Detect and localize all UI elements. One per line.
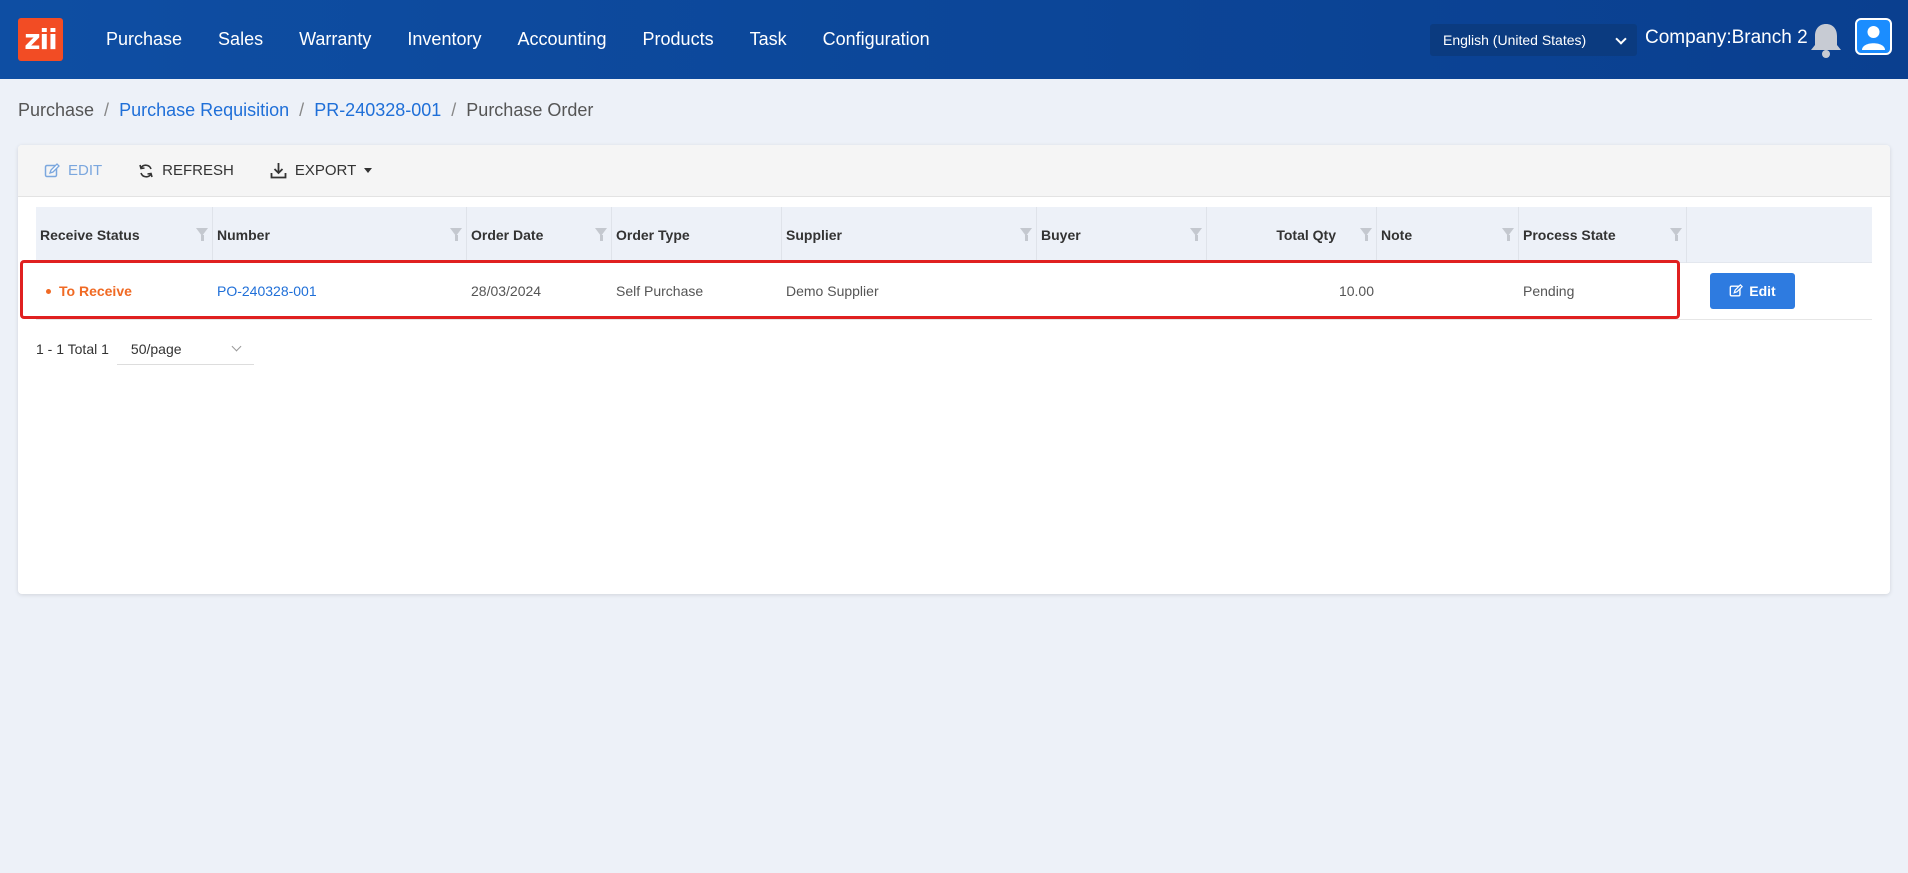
column-supplier[interactable]: Supplier — [782, 207, 1037, 263]
breadcrumb-purchase-order: Purchase Order — [466, 100, 594, 120]
export-button[interactable]: EXPORT — [270, 162, 373, 179]
process-state-cell: Pending — [1523, 283, 1575, 299]
column-receive-status[interactable]: Receive Status — [36, 207, 213, 263]
pagination-summary: 1 - 1 Total 1 — [36, 341, 109, 357]
nav-item-task[interactable]: Task — [732, 0, 805, 79]
refresh-button-label: REFRESH — [162, 162, 234, 179]
nav-item-warranty[interactable]: Warranty — [281, 0, 389, 79]
column-buyer[interactable]: Buyer — [1037, 207, 1207, 263]
filter-icon[interactable] — [1360, 228, 1372, 241]
order-number-link[interactable]: PO-240328-001 — [213, 263, 317, 320]
order-date-cell: 28/03/2024 — [471, 283, 542, 299]
purchase-order-table: Receive Status Number Order Date Order T… — [36, 207, 1872, 320]
chevron-down-icon — [231, 341, 242, 352]
breadcrumb: Purchase / Purchase Requisition / PR-240… — [18, 100, 593, 121]
note-cell — [1377, 263, 1381, 320]
table-row[interactable]: To Receive PO-240328-001 28/03/2024 Self… — [36, 263, 1872, 320]
breadcrumb-separator: / — [104, 100, 110, 120]
supplier-cell: Demo Supplier — [786, 283, 879, 299]
column-number[interactable]: Number — [213, 207, 467, 263]
language-select[interactable]: English (United States) — [1430, 24, 1637, 56]
user-avatar-icon[interactable] — [1855, 18, 1892, 55]
filter-icon[interactable] — [595, 228, 607, 241]
column-process-state[interactable]: Process State — [1519, 207, 1687, 263]
column-header-label: Order Date — [471, 227, 544, 243]
page-size-value: 50/page — [130, 340, 182, 357]
total-qty-cell: 10.00 — [1338, 283, 1374, 299]
nav-item-accounting[interactable]: Accounting — [499, 0, 624, 79]
column-header-label: Number — [217, 227, 270, 243]
download-icon — [270, 163, 287, 179]
language-select-value: English (United States) — [1443, 32, 1587, 48]
edit-button-label: EDIT — [68, 162, 103, 179]
buyer-cell — [1037, 263, 1041, 320]
order-type-cell: Self Purchase — [616, 283, 704, 299]
edit-icon — [44, 162, 60, 177]
row-edit-button-label: Edit — [1749, 283, 1776, 299]
column-total-qty[interactable]: Total Qty — [1207, 207, 1377, 263]
breadcrumb-separator: / — [451, 100, 457, 120]
column-header-label: Receive Status — [40, 227, 140, 243]
column-order-date[interactable]: Order Date — [467, 207, 612, 263]
column-order-type[interactable]: Order Type — [612, 207, 782, 263]
page-size-select[interactable]: 50/page — [116, 333, 254, 365]
company-label: Company:Branch 2 — [1645, 27, 1808, 48]
app-logo[interactable]: zii — [18, 18, 63, 61]
top-navigation-bar: zii Purchase Sales Warranty Inventory Ac… — [0, 0, 1908, 79]
nav-item-purchase[interactable]: Purchase — [88, 0, 200, 79]
bell-icon[interactable] — [1804, 18, 1848, 62]
pagination: 1 - 1 Total 1 50/page — [36, 333, 254, 365]
nav-item-sales[interactable]: Sales — [200, 0, 281, 79]
status-dot-icon — [46, 288, 51, 294]
breadcrumb-separator: / — [299, 100, 305, 120]
filter-icon[interactable] — [1670, 228, 1682, 241]
caret-down-icon — [364, 168, 373, 173]
toolbar: EDIT REFRESH EXPORT — [18, 145, 1890, 197]
column-header-label: Process State — [1523, 227, 1616, 243]
purchase-order-card: EDIT REFRESH EXPORT Receive Status Numbe… — [18, 145, 1890, 594]
breadcrumb-purchase: Purchase — [18, 100, 95, 120]
filter-icon[interactable] — [196, 228, 208, 241]
column-actions — [1687, 207, 1872, 263]
row-edit-button[interactable]: Edit — [1710, 273, 1795, 309]
filter-icon[interactable] — [1190, 228, 1202, 241]
receive-status-value: To Receive — [59, 283, 132, 299]
export-button-label: EXPORT — [294, 162, 357, 179]
chevron-down-icon — [1615, 33, 1627, 45]
filter-icon[interactable] — [1020, 228, 1032, 241]
filter-icon[interactable] — [450, 228, 462, 241]
refresh-button[interactable]: REFRESH — [138, 162, 234, 179]
nav-item-products[interactable]: Products — [625, 0, 732, 79]
column-header-label: Order Type — [616, 227, 690, 243]
main-nav: Purchase Sales Warranty Inventory Accoun… — [88, 0, 948, 79]
column-header-label: Note — [1381, 227, 1413, 243]
receive-status-cell: To Receive — [36, 263, 132, 320]
refresh-icon — [139, 163, 153, 178]
nav-item-inventory[interactable]: Inventory — [389, 0, 499, 79]
breadcrumb-purchase-requisition[interactable]: Purchase Requisition — [119, 100, 289, 121]
column-header-label: Total Qty — [1276, 227, 1336, 243]
table-header: Receive Status Number Order Date Order T… — [36, 207, 1872, 263]
nav-item-configuration[interactable]: Configuration — [805, 0, 948, 79]
column-header-label: Supplier — [786, 227, 843, 243]
edit-button[interactable]: EDIT — [44, 162, 102, 179]
breadcrumb-requisition-number[interactable]: PR-240328-001 — [314, 100, 441, 121]
column-note[interactable]: Note — [1377, 207, 1519, 263]
filter-icon[interactable] — [1502, 228, 1514, 241]
column-header-label: Buyer — [1041, 227, 1081, 243]
edit-icon — [1729, 284, 1744, 297]
